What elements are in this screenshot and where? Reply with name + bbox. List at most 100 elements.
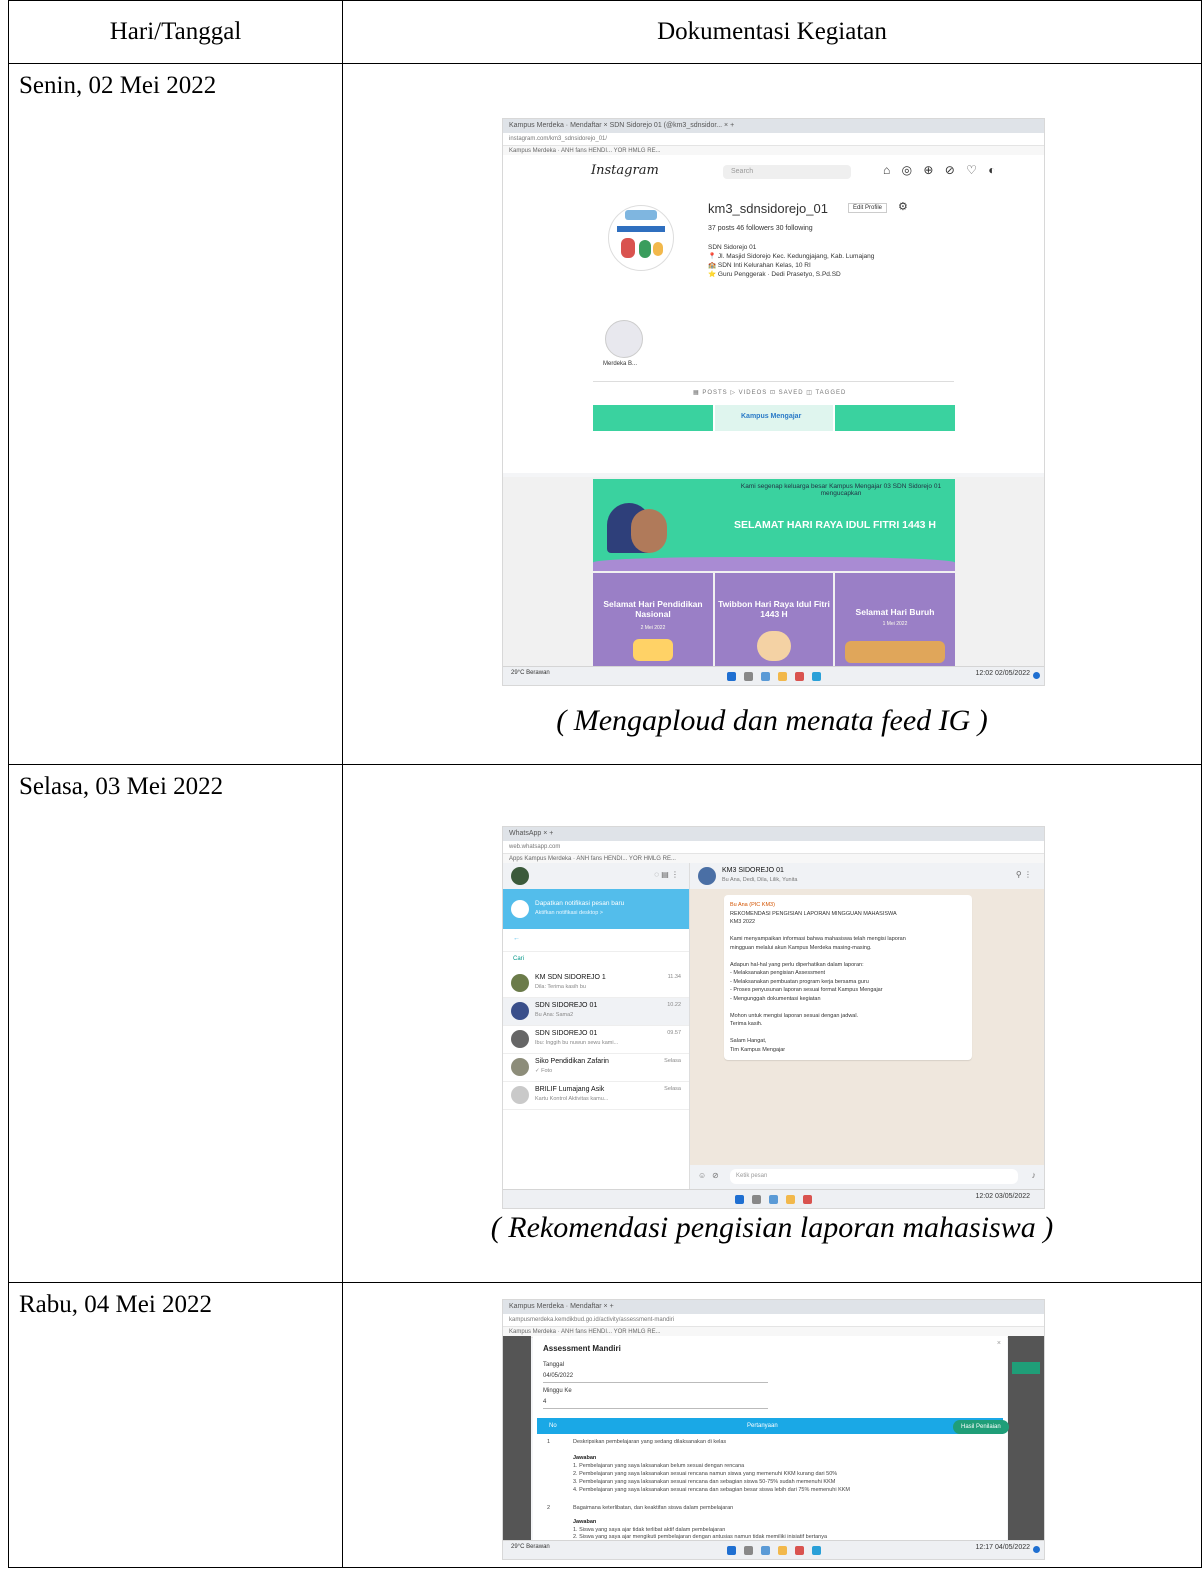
browser-url: kampusmerdeka.kemdikbud.go.id/activity/a… [503, 1314, 1044, 1327]
attach-icon[interactable]: ⊘ [712, 1171, 719, 1180]
profile-stats: 37 posts 46 followers 30 following [708, 225, 813, 232]
assessment-modal: Assessment Mandiri × Tanggal 04/05/2022 … [533, 1336, 1007, 1541]
file-explorer-icon[interactable] [777, 1545, 787, 1555]
table-header-row: Hari/Tanggal Dokumentasi Kegiatan [8, 0, 1202, 64]
taskbar-clock: 12:02 03/05/2022 [975, 1193, 1031, 1200]
instagram-page: Instagram Search ⌂ ◎ ⊕ ⊘ ♡ ◐ km3_sdnsido… [503, 155, 1044, 473]
file-explorer-icon[interactable] [786, 1194, 795, 1204]
whatsapp-screenshot: WhatsApp × + web.whatsapp.com Apps Kampu… [502, 826, 1045, 1209]
week-label: Minggu Ke [543, 1388, 572, 1394]
table-row: Rabu, 04 Mei 2022 Kampus Merdeka · Menda… [8, 1282, 1202, 1568]
chrome-icon[interactable] [803, 1194, 812, 1204]
assessment-screenshot: Kampus Merdeka · Mendaftar × + kampusmer… [502, 1299, 1045, 1560]
chat-item[interactable]: BRILIF Lumajang Asik Kartu Kontrol Aktiv… [503, 1082, 689, 1110]
message-bubble: Bu Ana (PIC KM3) REKOMENDASI PENGISIAN L… [724, 895, 972, 1060]
question-1: Deskripsikan pembelajaran yang sedang di… [573, 1439, 727, 1445]
question-2: Bagaimana keterlibatan, dan keaktifan si… [573, 1505, 734, 1511]
hasil-penilaian-button[interactable]: Hasil Penilaian [953, 1420, 1009, 1434]
ig-search-input[interactable]: Search [723, 165, 851, 179]
chat-item[interactable]: SDN SIDOREJO 01 Bu Ana: Sama2 10.22 [503, 998, 689, 1026]
post-thumb[interactable] [835, 405, 955, 431]
notification-banner[interactable]: Dapatkan notifikasi pesan baru Aktifkan … [503, 889, 689, 929]
answer-label: Jawaban [573, 1455, 597, 1461]
row-documentation: Kampus Merdeka · Mendaftar × SDN Sidorej… [342, 63, 1202, 765]
activity-table: Hari/Tanggal Dokumentasi Kegiatan Senin,… [8, 0, 1202, 1568]
taskbar-weather: 29°C Berawan [511, 1544, 550, 1550]
chat-list-header: ◌ ▤ ⋮ [503, 863, 689, 889]
browser-tabs: Kampus Merdeka · Mendaftar × + [503, 1300, 1044, 1314]
windows-taskbar: 29°C Berawan 12:17 04/05/2022 [503, 1540, 1044, 1559]
windows-start-icon[interactable] [726, 671, 736, 681]
table-row: Selasa, 03 Mei 2022 WhatsApp × + web.wha… [8, 764, 1202, 1283]
windows-taskbar: 29°C Berawan 12:02 02/05/2022 [503, 666, 1044, 685]
mic-icon[interactable]: ♪ [1032, 1170, 1037, 1180]
search-icon[interactable] [743, 671, 753, 681]
notification-icon[interactable] [1033, 1546, 1040, 1553]
table-row: Senin, 02 Mei 2022 Kampus Merdeka · Mend… [8, 63, 1202, 765]
profile-tabs[interactable]: ▦ POSTS ▷ VIDEOS ⊡ SAVED ◫ TAGGED [693, 389, 846, 396]
story-highlight-label: Merdeka B... [603, 361, 638, 367]
edit-profile-button[interactable]: Edit Profile [848, 203, 888, 213]
answer-option[interactable]: 4. Pembelajaran yang saya laksanakan ses… [573, 1486, 850, 1494]
task-view-icon[interactable] [760, 1545, 770, 1555]
message-composer: ☺ ⊘ Ketik pesan ♪ [690, 1165, 1044, 1189]
file-explorer-icon[interactable] [777, 671, 787, 681]
post-grid: Kami segenap keluarga besar Kampus Menga… [503, 477, 1044, 685]
chat-item[interactable]: Siko Pendidikan Zafarin ✓ Foto Selasa [503, 1054, 689, 1082]
windows-start-icon[interactable] [726, 1545, 736, 1555]
row-date: Selasa, 03 Mei 2022 [8, 764, 343, 1283]
header-documentation: Dokumentasi Kegiatan [342, 0, 1202, 64]
windows-start-icon[interactable] [735, 1194, 744, 1204]
profile-bio: SDN Sidorejo 01 📍 Jl. Masjid Sidorejo Ke… [708, 244, 875, 278]
date-label: Tanggal [543, 1362, 565, 1368]
row-date: Rabu, 04 Mei 2022 [8, 1282, 343, 1568]
post-thumb[interactable] [593, 405, 713, 431]
backdrop-right [1008, 1336, 1044, 1541]
instagram-screenshot: Kampus Merdeka · Mendaftar × SDN Sidorej… [502, 118, 1045, 686]
answer-option[interactable]: 2. Pembelajaran yang saya laksanakan ses… [573, 1470, 837, 1478]
week-select[interactable]: 4 [543, 1396, 768, 1409]
search-icon[interactable] [743, 1545, 753, 1555]
chat-search[interactable]: ← [503, 929, 689, 952]
search-icon[interactable] [752, 1194, 761, 1204]
modal-title: Assessment Mandiri [543, 1344, 621, 1353]
search-icon[interactable]: ⚲ ⋮ [1016, 870, 1032, 879]
story-highlight[interactable] [605, 320, 643, 358]
answer-option[interactable]: 1. Pembelajaran yang saya laksanakan bel… [573, 1462, 744, 1470]
browser-url: web.whatsapp.com [503, 841, 1044, 854]
notification-icon[interactable] [1033, 672, 1040, 679]
post-idul-fitri[interactable]: Kami segenap keluarga besar Kampus Menga… [593, 479, 955, 571]
task-view-icon[interactable] [769, 1194, 778, 1204]
post-thumb[interactable]: Kampus Mengajar [715, 405, 833, 431]
chrome-icon[interactable] [794, 1545, 804, 1555]
conversation-header: KM3 SIDOREJO 01 Bu Ana, Dedi, Dila, Lili… [690, 863, 1044, 889]
message-input[interactable]: Ketik pesan [730, 1169, 1018, 1184]
chats-label: Cari [513, 956, 525, 962]
app-icon[interactable] [811, 1545, 821, 1555]
chat-item[interactable]: KM SDN SIDOREJO 1 Dila: Terima kasih bu … [503, 970, 689, 998]
browser-tabs: WhatsApp × + [503, 827, 1044, 841]
emoji-icon[interactable]: ☺ [698, 1171, 706, 1180]
taskbar-weather: 29°C Berawan [511, 670, 550, 676]
taskbar-clock: 12:17 04/05/2022 [975, 1544, 1031, 1551]
date-field[interactable]: 04/05/2022 [543, 1370, 768, 1383]
chrome-icon[interactable] [794, 671, 804, 681]
row-date: Senin, 02 Mei 2022 [8, 63, 343, 765]
chat-item[interactable]: SDN SIDOREJO 01 Ibu: Inggih bu nuwun sew… [503, 1026, 689, 1054]
caption: ( Rekomendasi pengisian laporan mahasisw… [490, 1211, 1054, 1244]
conversation-panel: KM3 SIDOREJO 01 Bu Ana, Dedi, Dila, Lili… [690, 863, 1044, 1189]
settings-icon[interactable]: ⚙ [898, 200, 908, 213]
browser-url: instagram.com/km3_sdnsidorejo_01/ [503, 133, 1044, 146]
chat-list-panel: ◌ ▤ ⋮ Dapatkan notifikasi pesan baru Akt… [503, 863, 690, 1189]
taskbar-clock: 12:02 02/05/2022 [975, 670, 1031, 677]
profile-avatar [608, 205, 674, 271]
app-icon[interactable] [811, 671, 821, 681]
task-view-icon[interactable] [760, 671, 770, 681]
row-documentation: Kampus Merdeka · Mendaftar × + kampusmer… [342, 1282, 1202, 1568]
ig-nav-icons[interactable]: ⌂ ◎ ⊕ ⊘ ♡ ◐ [883, 163, 1000, 177]
header-date: Hari/Tanggal [8, 0, 343, 64]
profile-username: km3_sdnsidorejo_01 [708, 201, 828, 216]
answer-option-selected[interactable]: 3. Pembelajaran yang saya laksanakan ses… [573, 1478, 835, 1486]
close-icon[interactable]: × [997, 1340, 1001, 1347]
instagram-logo: Instagram [591, 163, 659, 178]
